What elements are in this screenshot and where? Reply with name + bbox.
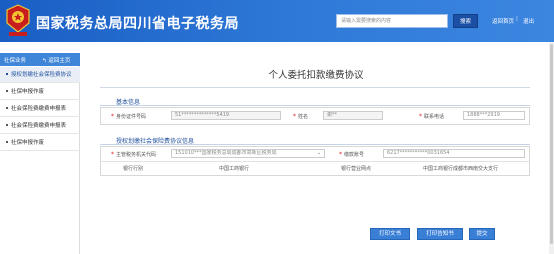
return-home-link[interactable]: 返回首页: [492, 17, 514, 25]
id-number-field: 51**************5419: [171, 111, 281, 120]
payment-account-label: * 缴款账号: [339, 151, 365, 158]
sidebar-item-label: 社会保险费缴费申报表: [11, 106, 67, 112]
basic-info-table: * 身份证件号码 51**************5419 * 姓名 谢** * 联系…: [100, 107, 530, 125]
tax-authority-value: 151010***国家税务总局成都市高新区税务局: [175, 150, 277, 156]
name-field: 谢**: [323, 111, 383, 120]
section-divider: [100, 144, 530, 145]
search-button[interactable]: 搜索: [453, 14, 478, 28]
sidebar-item-authorization-agreement[interactable]: 授权划缴社会保险费协议: [0, 67, 80, 83]
tax-authority-label: * 主管税务机关代码: [111, 151, 157, 158]
sidebar-item-void-declaration-2[interactable]: 社保申报作废: [0, 135, 80, 151]
bullet-icon: [6, 141, 8, 143]
bullet-icon: [6, 73, 8, 75]
sidebar-item-label: 社保申报作废: [11, 140, 45, 146]
bullet-icon: [6, 107, 8, 109]
bank-type-value: 中国工商银行: [219, 166, 250, 172]
bank-branch-label: 银行营业网点: [341, 166, 372, 172]
bank-branch-value: 中国工商银行成都市西南交大支行: [423, 166, 499, 172]
scrollbar-thumb[interactable]: [550, 44, 553, 244]
name-label: * 姓名: [293, 113, 309, 120]
section-divider: [100, 105, 530, 106]
sidebar-item-label: 社保申报作废: [11, 89, 45, 95]
agreement-info-table: * 主管税务机关代码 151010***国家税务总局成都市高新区税务局 ⌄ * 缴款账…: [100, 146, 530, 176]
tax-authority-select[interactable]: 151010***国家税务总局成都市高新区税务局 ⌄: [171, 149, 325, 158]
top-header-bar: 国家税务总局四川省电子税务局 请输入需要搜索的内容 搜索 返回首页 | 退出: [0, 0, 554, 42]
link-separator: |: [516, 16, 518, 22]
submit-button[interactable]: 提交: [469, 228, 495, 240]
payment-account-input[interactable]: 6217***********0031654: [383, 149, 525, 158]
id-number-label: * 身份证件号码: [111, 113, 147, 120]
sidebar-item-label: 社会保险费缴费申报表: [11, 123, 67, 129]
title-divider: [100, 87, 530, 88]
sidebar-item-label: 授权划缴社会保险费协议: [11, 72, 72, 78]
sidebar-title: 社保业务: [4, 58, 27, 64]
site-title: 国家税务总局四川省电子税务局: [36, 16, 239, 32]
chevron-down-icon: ⌄: [316, 150, 321, 156]
bullet-icon: [6, 124, 8, 126]
phone-input[interactable]: 1888***2919: [463, 111, 525, 120]
sidebar: 社保业务 ↰ 返回主页 授权划缴社会保险费协议 社保申报作废 社会保险费缴费申报…: [0, 53, 80, 254]
sidebar-item-void-declaration[interactable]: 社保申报作废: [0, 84, 80, 100]
print-document-button[interactable]: 打印文书: [370, 228, 410, 240]
phone-label: * 联系电话: [419, 113, 445, 120]
sidebar-item-fee-declaration[interactable]: 社会保险费缴费申报表: [0, 101, 80, 117]
back-to-home-button[interactable]: ↰ 返回主页: [42, 56, 70, 64]
sidebar-header: 社保业务 ↰ 返回主页: [0, 53, 80, 66]
bullet-icon: [6, 90, 8, 92]
back-arrow-icon: ↰: [42, 58, 47, 64]
tax-emblem-icon: [6, 4, 30, 36]
page-title: 个人委托扣款缴费协议: [268, 70, 364, 81]
logout-link[interactable]: 退出: [523, 17, 534, 25]
main-content: 个人委托扣款缴费协议 基本信息 * 身份证件号码 51**************…: [86, 53, 546, 254]
bank-type-label: 银行行别: [123, 166, 144, 172]
sidebar-item-fee-declaration-2[interactable]: 社会保险费缴费申报表: [0, 118, 80, 134]
back-to-home-label: 返回主页: [48, 58, 71, 64]
row-divider: [101, 161, 529, 162]
search-input[interactable]: 请输入需要搜索的内容: [336, 14, 448, 28]
print-notice-button[interactable]: 打印告知书: [417, 228, 463, 240]
